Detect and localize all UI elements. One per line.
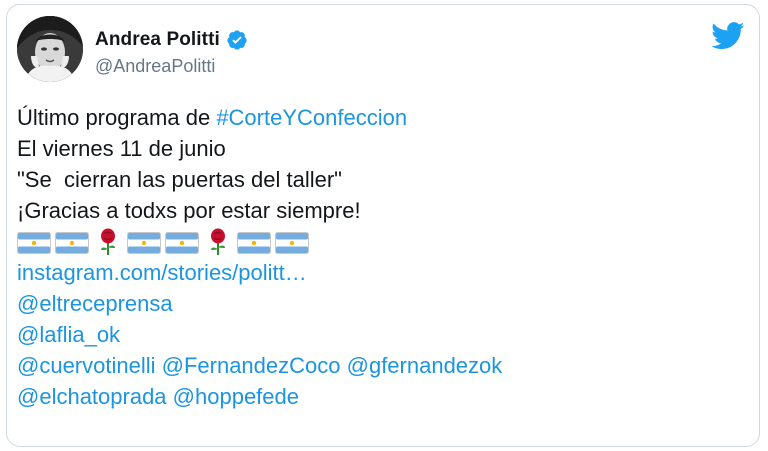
tweet-line-mention-4: @elchatoprada @hoppefede xyxy=(17,381,751,412)
tweet-text-1: Último programa de xyxy=(17,105,217,130)
mention-link[interactable]: @cuervotinelli xyxy=(17,353,156,378)
mention-link[interactable]: @FernandezCoco xyxy=(162,353,341,378)
mention-link[interactable]: @laflia_ok xyxy=(17,322,120,347)
mention-link[interactable]: @eltreceprensa xyxy=(17,291,173,316)
tweet-line-mention-1: @eltreceprensa xyxy=(17,288,751,319)
tweet-line-link: instagram.com/stories/politt… xyxy=(17,257,751,288)
avatar[interactable] xyxy=(17,16,83,82)
tweet-card: Andrea Politti @AndreaPolitti Último pro… xyxy=(6,4,760,447)
mention-link[interactable]: @gfernandezok xyxy=(347,353,503,378)
tweet-header: Andrea Politti @AndreaPolitti xyxy=(17,16,751,90)
display-name-row: Andrea Politti xyxy=(95,28,248,52)
instagram-link[interactable]: instagram.com/stories/politt… xyxy=(17,260,307,285)
tweet-body: Último programa de #CorteYConfeccion El … xyxy=(17,102,751,412)
tweet-line-1: Último programa de #CorteYConfeccion xyxy=(17,102,751,133)
mention-link[interactable]: @elchatoprada xyxy=(17,384,167,409)
rose-icon xyxy=(97,228,119,256)
argentina-flag-icon xyxy=(17,231,51,254)
emoji-row xyxy=(17,226,751,257)
verified-badge-icon xyxy=(226,29,248,51)
tweet-line-mention-3: @cuervotinelli @FernandezCoco @gfernande… xyxy=(17,350,751,381)
argentina-flag-icon xyxy=(165,231,199,254)
mention-link[interactable]: @hoppefede xyxy=(173,384,299,409)
hashtag-link[interactable]: #CorteYConfeccion xyxy=(216,105,407,130)
argentina-flag-icon xyxy=(55,231,89,254)
twitter-bird-icon[interactable] xyxy=(711,22,745,50)
author-names: Andrea Politti @AndreaPolitti xyxy=(95,28,248,77)
display-name[interactable]: Andrea Politti xyxy=(95,29,220,51)
argentina-flag-icon xyxy=(237,231,271,254)
argentina-flag-icon xyxy=(275,231,309,254)
tweet-line-4: ¡Gracias a todxs por estar siempre! xyxy=(17,198,361,223)
tweet-line-mention-2: @laflia_ok xyxy=(17,319,751,350)
handle[interactable]: @AndreaPolitti xyxy=(95,56,248,77)
tweet-line-3: "Se cierran las puertas del taller" xyxy=(17,167,342,192)
rose-icon xyxy=(207,228,229,256)
tweet-line-2: El viernes 11 de junio xyxy=(17,136,226,161)
argentina-flag-icon xyxy=(127,231,161,254)
